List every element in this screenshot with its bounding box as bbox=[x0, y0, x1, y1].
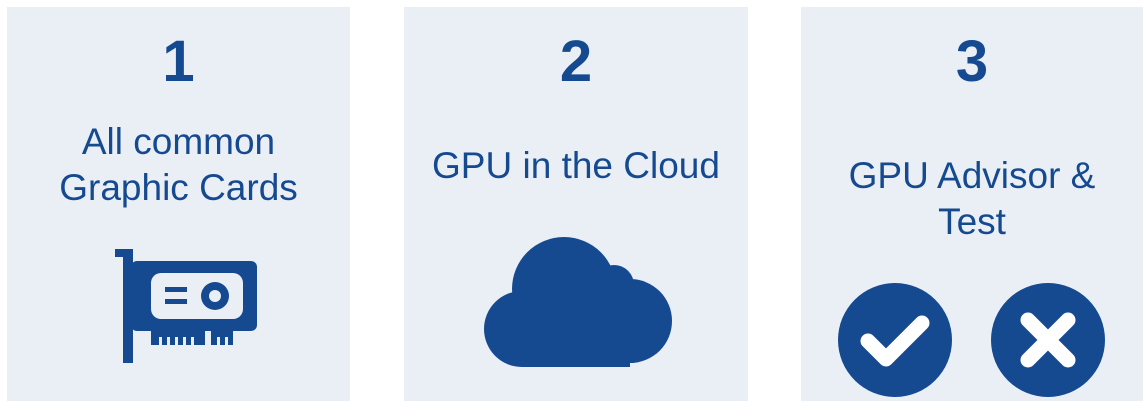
cloud-icon bbox=[484, 237, 672, 367]
card-title: GPU in the Cloud bbox=[432, 145, 720, 186]
card-title: GPU Advisor & Test bbox=[848, 155, 1096, 242]
card-gpu-advisor: 3 GPU Advisor & Test bbox=[801, 7, 1143, 401]
checkmark-circle-icon bbox=[838, 283, 952, 397]
card-graphic-cards: 1 All common Graphic Cards bbox=[7, 7, 350, 401]
card-number: 3 bbox=[955, 29, 989, 94]
card-title: All common Graphic Cards bbox=[59, 121, 298, 208]
card-number: 1 bbox=[162, 29, 195, 94]
x-circle-icon bbox=[991, 283, 1105, 397]
card-gpu-cloud: 2 GPU in the Cloud bbox=[404, 7, 748, 401]
graphics-card-icon bbox=[115, 249, 257, 363]
card-number: 2 bbox=[559, 29, 593, 94]
